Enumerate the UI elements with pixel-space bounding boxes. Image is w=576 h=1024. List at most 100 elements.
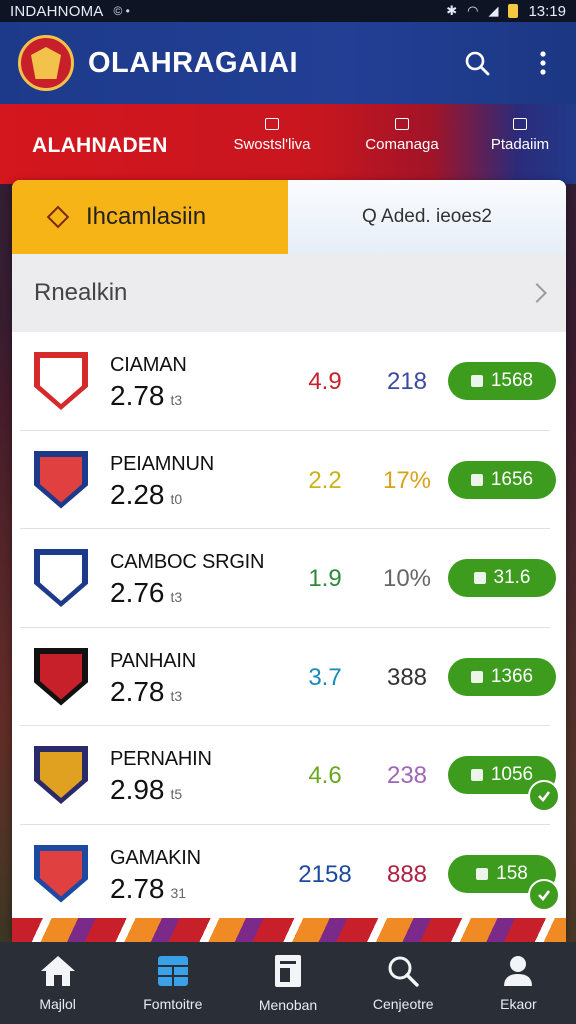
team-row[interactable]: PERNAHIN 2.98 t5 4.6 238 1056 xyxy=(20,726,560,825)
nav-label: Menoban xyxy=(258,997,318,1013)
home-icon xyxy=(40,956,75,986)
decorative-stripe xyxy=(12,918,566,942)
app-bar: OLAHRAGAIAI xyxy=(0,22,576,104)
status-bar: INDAHNOMA © • ✱ ◠ ◢ 13:19 xyxy=(0,0,576,22)
team-odds: 2.78 t3 xyxy=(110,380,183,411)
clock: 13:19 xyxy=(528,2,566,20)
tab-secondary-label: Q Aded. ieoes2 xyxy=(362,206,492,227)
stat-value-1: 3.7 xyxy=(308,663,342,691)
team-crest xyxy=(34,549,88,607)
team-row[interactable]: PEIAMNUN 2.28 t0 2.2 17% 1656 xyxy=(20,431,556,529)
stat-value-1: 1.9 xyxy=(308,565,342,592)
category-item[interactable]: Swostsl'liva xyxy=(212,118,332,153)
chevron-right-icon xyxy=(527,283,547,303)
tab-primary-label: Ihcamlasiin xyxy=(86,203,207,230)
team-crest xyxy=(34,746,88,804)
stat-value-2: 388 xyxy=(386,663,428,691)
category-item-label: Swostsl'liva xyxy=(233,136,311,153)
more-vertical-icon xyxy=(540,51,546,75)
category-item[interactable]: Comanaga xyxy=(342,118,462,153)
team-crest xyxy=(34,352,88,410)
category-item-label: Comanaga xyxy=(365,136,439,153)
document-icon xyxy=(275,955,301,987)
team-row[interactable]: PANHAIN 2.78 t3 3.7 388 1366 xyxy=(20,628,556,726)
standings-card: Ihcamlasiin Q Aded. ieoes2 Rnealkin CIAM… xyxy=(12,180,566,940)
team-name: CAMBOC SRGIN xyxy=(110,551,265,573)
calendar-icon xyxy=(395,118,409,130)
category-item-label: Ptadaiim xyxy=(490,136,550,153)
nav-item-news[interactable]: Menoban xyxy=(230,942,345,1024)
battery-icon xyxy=(508,4,519,18)
shirt-icon xyxy=(513,118,527,130)
odds-button[interactable]: 31.6 xyxy=(448,559,556,597)
app-logo xyxy=(18,35,74,91)
stat-value-2: 238 xyxy=(386,762,428,789)
team-row[interactable]: CIAMAN 2.78 t3 4.9 218 1568 xyxy=(20,332,556,431)
section-title: Rnealkin xyxy=(34,279,128,306)
team-name: CIAMAN xyxy=(110,354,187,376)
tab-secondary[interactable]: Q Aded. ieoes2 xyxy=(288,180,566,254)
grid-icon xyxy=(157,956,188,986)
check-icon xyxy=(528,878,560,911)
nav-item-search[interactable]: Cenjeotre xyxy=(346,942,461,1024)
team-row[interactable]: GAMAKIN 2.78 31 2158 888 158 xyxy=(20,825,560,923)
team-odds: 2.28 t0 xyxy=(110,478,183,510)
nav-item-profile[interactable]: Ekaor xyxy=(461,942,576,1024)
profile-icon xyxy=(504,956,533,986)
ticket-icon xyxy=(476,867,489,880)
team-odds: 2.78 31 xyxy=(110,872,187,904)
wifi-icon: ◠ xyxy=(467,3,479,18)
stat-value-1: 4.6 xyxy=(308,762,342,789)
ticket-icon xyxy=(470,670,483,683)
nav-label: Fomtoitre xyxy=(143,996,203,1012)
team-odds: 2.98 t5 xyxy=(110,774,183,805)
team-name: PERNAHIN xyxy=(110,748,212,770)
segmented-control: Ihcamlasiin Q Aded. ieoes2 xyxy=(12,180,566,254)
team-row[interactable]: CAMBOC SRGIN 2.76 t3 1.9 10% 31.6 xyxy=(20,529,556,628)
stat-value-1: 2.2 xyxy=(308,466,342,494)
odds-button[interactable]: 1568 xyxy=(448,362,556,400)
bluetooth-icon: ✱ xyxy=(446,3,458,18)
team-name: PEIAMNUN xyxy=(110,452,214,475)
carrier-label: INDAHNOMA xyxy=(10,2,104,20)
bottom-navigation: Majlol Fomtoitre Menoban Cenjeotre Ekaor xyxy=(0,942,576,1024)
team-odds: 2.76 t3 xyxy=(110,577,183,608)
ticket-icon xyxy=(470,769,483,781)
diamond-icon xyxy=(46,205,70,229)
stat-value-2: 17% xyxy=(382,466,432,494)
nav-label: Majlol xyxy=(39,996,76,1012)
team-odds: 2.78 t3 xyxy=(110,675,183,707)
search-icon xyxy=(388,956,419,987)
category-strip: ALAHNADEN Swostsl'liva Comanaga Ptadaiim xyxy=(0,104,576,184)
signal-icon: ◢ xyxy=(488,3,499,18)
stat-value-1: 4.9 xyxy=(308,368,342,395)
tab-primary[interactable]: Ihcamlasiin xyxy=(12,180,288,254)
check-icon xyxy=(528,780,560,812)
team-list: CIAMAN 2.78 t3 4.9 218 1568 PEIAMNUN 2.28… xyxy=(12,332,566,923)
nav-label: Ekaor xyxy=(500,996,537,1012)
more-options-button[interactable] xyxy=(528,48,558,78)
section-header[interactable]: Rnealkin xyxy=(12,254,566,332)
stat-value-1: 2158 xyxy=(298,860,352,888)
nav-label: Cenjeotre xyxy=(372,996,434,1012)
search-button[interactable] xyxy=(462,48,492,78)
search-icon xyxy=(465,51,490,76)
category-item[interactable]: Ptadaiim xyxy=(460,118,576,153)
stat-value-2: 218 xyxy=(386,368,428,395)
team-crest xyxy=(34,844,88,903)
status-indicators: © • xyxy=(113,4,130,18)
stat-value-2: 888 xyxy=(386,860,428,888)
app-title: OLAHRAGAIAI xyxy=(88,46,299,79)
nav-item-fixtures[interactable]: Fomtoitre xyxy=(115,942,230,1024)
odds-button[interactable]: 1656 xyxy=(448,460,556,499)
team-name: GAMAKIN xyxy=(110,846,201,869)
stat-value-2: 10% xyxy=(382,565,432,592)
tv-icon xyxy=(265,118,279,130)
ticket-icon xyxy=(473,572,486,584)
category-main[interactable]: ALAHNADEN xyxy=(32,134,168,158)
nav-item-home[interactable]: Majlol xyxy=(0,942,115,1024)
ticket-icon xyxy=(470,375,483,387)
ticket-icon xyxy=(470,473,483,486)
team-crest xyxy=(34,647,88,706)
odds-button[interactable]: 1366 xyxy=(448,657,556,696)
